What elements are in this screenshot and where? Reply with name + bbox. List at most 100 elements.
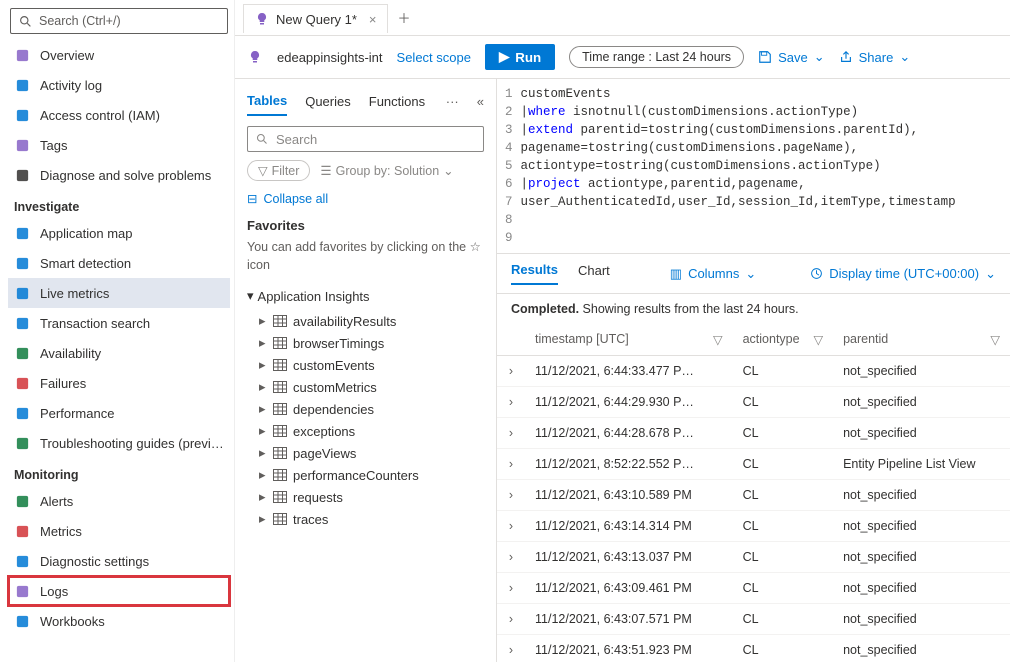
overview-icon (14, 47, 30, 63)
sidebar-item-performance[interactable]: Performance (8, 398, 230, 428)
sidebar-item-workbooks[interactable]: Workbooks (8, 606, 230, 636)
smart-detection-icon (14, 255, 30, 271)
sidebar-item-logs[interactable]: Logs (8, 576, 230, 606)
sidebar-item-label: Availability (40, 346, 224, 361)
table-node-customEvents[interactable]: ▸customEvents (247, 354, 484, 376)
funnel-icon[interactable]: ▽ (813, 332, 823, 347)
table-row[interactable]: ›11/12/2021, 8:52:22.552 P…CLEntity Pipe… (497, 449, 1010, 480)
table-row[interactable]: ›11/12/2021, 6:43:09.461 PMCLnot_specifi… (497, 573, 1010, 604)
table-row[interactable]: ›11/12/2021, 6:43:10.589 PMCLnot_specifi… (497, 480, 1010, 511)
groupby-dropdown[interactable]: ☰ Group by: Solution ⌄ (320, 163, 453, 178)
tables-explorer: Tables Queries Functions ··· « Search ▽ … (235, 79, 497, 662)
table-icon (273, 403, 287, 415)
close-icon[interactable]: × (369, 12, 377, 27)
cell-actiontype: CL (733, 418, 833, 449)
funnel-icon: ▽ (258, 163, 268, 178)
funnel-icon[interactable]: ▽ (990, 332, 1000, 347)
table-row[interactable]: ›11/12/2021, 6:43:14.314 PMCLnot_specifi… (497, 511, 1010, 542)
filter-button[interactable]: ▽ Filter (247, 160, 310, 181)
new-tab-button[interactable]: ＋ (388, 2, 421, 33)
table-node-performanceCounters[interactable]: ▸performanceCounters (247, 464, 484, 486)
expand-row-icon[interactable]: › (497, 449, 525, 480)
more-icon[interactable]: ··· (446, 94, 459, 109)
sidebar-item-diagnose-and-solve-problems[interactable]: Diagnose and solve problems (8, 160, 230, 190)
search-icon (254, 131, 270, 147)
cell-actiontype: CL (733, 542, 833, 573)
sidebar-item-overview[interactable]: Overview (8, 40, 230, 70)
sidebar-item-label: Alerts (40, 494, 224, 509)
collapse-all-button[interactable]: ⊟ Collapse all (247, 191, 484, 206)
sidebar-item-diagnostic-settings[interactable]: Diagnostic settings (8, 546, 230, 576)
play-icon: ▶ (499, 49, 509, 65)
query-editor[interactable]: 123456789 customEvents|where isnotnull(c… (497, 79, 1010, 254)
display-time-button[interactable]: Display time (UTC+00:00) ⌄ (810, 266, 996, 282)
explorer-search[interactable]: Search (247, 126, 484, 152)
sidebar-item-live-metrics[interactable]: Live metrics (8, 278, 230, 308)
table-node-availabilityResults[interactable]: ▸availabilityResults (247, 310, 484, 332)
chevron-down-icon: ⌄ (814, 49, 825, 65)
sidebar-item-failures[interactable]: Failures (8, 368, 230, 398)
table-node-pageViews[interactable]: ▸pageViews (247, 442, 484, 464)
sidebar-item-application-map[interactable]: Application map (8, 218, 230, 248)
run-button[interactable]: ▶ Run (485, 44, 555, 70)
expand-row-icon[interactable]: › (497, 356, 525, 387)
table-row[interactable]: ›11/12/2021, 6:44:29.930 P…CLnot_specifi… (497, 387, 1010, 418)
table-node-label: customEvents (293, 358, 375, 373)
explorer-tab-functions[interactable]: Functions (369, 88, 425, 115)
expand-row-icon[interactable]: › (497, 511, 525, 542)
sidebar-item-label: Metrics (40, 524, 224, 539)
sidebar-item-activity-log[interactable]: Activity log (8, 70, 230, 100)
sidebar-item-tags[interactable]: Tags (8, 130, 230, 160)
expand-row-icon[interactable]: › (497, 635, 525, 662)
sidebar-item-label: Application map (40, 226, 224, 241)
sidebar: Search (Ctrl+/) OverviewActivity logAcce… (0, 0, 235, 662)
expand-row-icon[interactable]: › (497, 573, 525, 604)
explorer-tab-queries[interactable]: Queries (305, 88, 351, 115)
sidebar-search[interactable]: Search (Ctrl+/) (10, 8, 228, 34)
expand-row-icon[interactable]: › (497, 604, 525, 635)
table-row[interactable]: ›11/12/2021, 6:43:51.923 PMCLnot_specifi… (497, 635, 1010, 662)
save-button[interactable]: Save ⌄ (758, 49, 825, 65)
expand-icon[interactable]: « (477, 94, 484, 109)
tree-group-appinsights[interactable]: ▾ Application Insights (247, 288, 484, 304)
sidebar-item-transaction-search[interactable]: Transaction search (8, 308, 230, 338)
sidebar-item-metrics[interactable]: Metrics (8, 516, 230, 546)
table-node-exceptions[interactable]: ▸exceptions (247, 420, 484, 442)
share-button[interactable]: Share ⌄ (839, 49, 911, 65)
table-node-requests[interactable]: ▸requests (247, 486, 484, 508)
time-range-picker[interactable]: Time range : Last 24 hours (569, 46, 744, 68)
sidebar-item-availability[interactable]: Availability (8, 338, 230, 368)
table-icon (273, 491, 287, 503)
column-header-actiontype[interactable]: actiontype▽ (733, 324, 833, 356)
results-grid[interactable]: timestamp [UTC]▽ actiontype▽ parentid▽ ›… (497, 324, 1010, 662)
table-node-customMetrics[interactable]: ▸customMetrics (247, 376, 484, 398)
results-tab-chart[interactable]: Chart (578, 263, 610, 284)
table-row[interactable]: ›11/12/2021, 6:43:13.037 PMCLnot_specifi… (497, 542, 1010, 573)
select-scope-link[interactable]: Select scope (397, 50, 471, 65)
sidebar-item-alerts[interactable]: Alerts (8, 486, 230, 516)
sidebar-item-access-control-iam-[interactable]: Access control (IAM) (8, 100, 230, 130)
cell-timestamp: 11/12/2021, 6:43:10.589 PM (525, 480, 733, 511)
chevron-down-icon: ⌄ (745, 266, 756, 282)
expand-row-icon[interactable]: › (497, 542, 525, 573)
explorer-tab-tables[interactable]: Tables (247, 87, 287, 116)
sidebar-item-smart-detection[interactable]: Smart detection (8, 248, 230, 278)
table-row[interactable]: ›11/12/2021, 6:44:28.678 P…CLnot_specifi… (497, 418, 1010, 449)
funnel-icon[interactable]: ▽ (713, 332, 723, 347)
column-header-parentid[interactable]: parentid▽ (833, 324, 1010, 356)
query-tab-1[interactable]: New Query 1* × (243, 4, 388, 33)
expand-row-icon[interactable]: › (497, 480, 525, 511)
column-header-timestamp[interactable]: timestamp [UTC]▽ (525, 324, 733, 356)
columns-button[interactable]: ▥ Columns ⌄ (670, 266, 757, 282)
results-tab-results[interactable]: Results (511, 262, 558, 285)
collapse-icon: ⊟ (247, 191, 257, 206)
table-node-traces[interactable]: ▸traces (247, 508, 484, 530)
sidebar-item-troubleshooting-guides-preview-[interactable]: Troubleshooting guides (preview) (8, 428, 230, 458)
expand-row-icon[interactable]: › (497, 387, 525, 418)
table-row[interactable]: ›11/12/2021, 6:43:07.571 PMCLnot_specifi… (497, 604, 1010, 635)
table-node-browserTimings[interactable]: ▸browserTimings (247, 332, 484, 354)
table-node-dependencies[interactable]: ▸dependencies (247, 398, 484, 420)
table-row[interactable]: ›11/12/2021, 6:44:33.477 P…CLnot_specifi… (497, 356, 1010, 387)
expand-row-icon[interactable]: › (497, 418, 525, 449)
live-metrics-icon (14, 285, 30, 301)
